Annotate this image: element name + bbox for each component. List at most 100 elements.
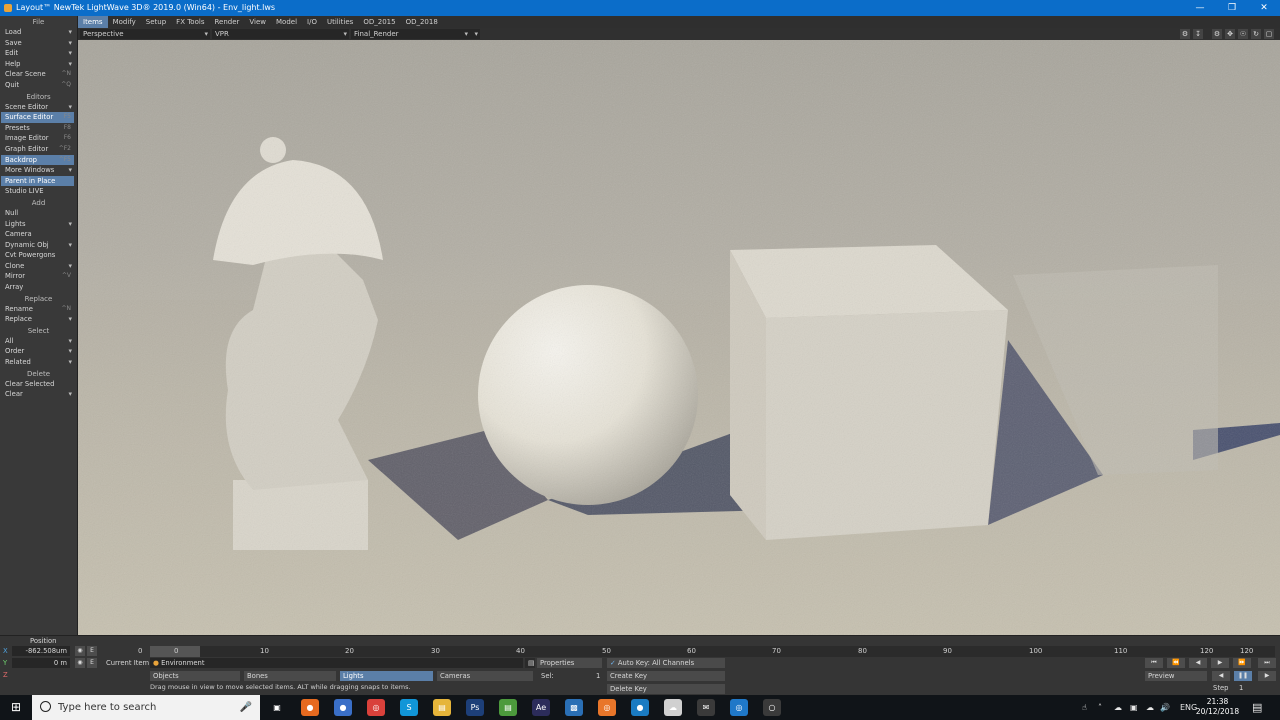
first-frame-icon[interactable]: ⏮ [1145, 658, 1163, 668]
photos-icon[interactable]: ▩ [565, 699, 583, 716]
sidebar-item-help[interactable]: Help ▾ [1, 59, 74, 70]
preview-dropdown[interactable]: Preview [1145, 671, 1207, 681]
last-frame-icon[interactable]: ⏭ [1258, 658, 1276, 668]
render-preset-dropdown[interactable]: Final_Render [351, 29, 470, 39]
next-frame-icon[interactable]: ▶ [1211, 658, 1229, 668]
sidebar-item-image-editor[interactable]: Image Editor F6 [1, 133, 74, 144]
view-settings-icon[interactable]: ⚙ [1212, 29, 1222, 39]
sidebar-item-lights[interactable]: Lights ▾ [1, 219, 74, 230]
move-view-icon[interactable]: ✥ [1225, 29, 1235, 39]
display-icon[interactable]: ▣ [1130, 695, 1138, 720]
visibility-x-icon[interactable]: ◉ [75, 646, 85, 656]
skype-icon[interactable]: S [400, 699, 418, 716]
sidebar-item-edit[interactable]: Edit ▾ [1, 48, 74, 59]
zoom-view-icon[interactable]: ☉ [1238, 29, 1248, 39]
save-render-icon[interactable]: ↧ [1193, 29, 1203, 39]
menu-tab-view[interactable]: View [244, 16, 271, 28]
menu-tab-utilities[interactable]: Utilities [322, 16, 358, 28]
prev-key-icon[interactable]: ⏪ [1167, 658, 1185, 668]
cloud-app-icon[interactable]: ☁ [664, 699, 682, 716]
settings-icon[interactable]: ⚙ [1180, 29, 1190, 39]
sidebar-item-scene-editor[interactable]: Scene Editor ▾ [1, 102, 74, 113]
render-mode-dropdown[interactable]: VPR [212, 29, 349, 39]
play-icon[interactable]: ▶ [1258, 671, 1276, 681]
people-icon[interactable]: ☝ [1082, 695, 1087, 720]
sidebar-item-dynamic-obj[interactable]: Dynamic Obj ▾ [1, 240, 74, 251]
microphone-icon[interactable]: 🎤 [240, 695, 252, 720]
delete-key-button[interactable]: Delete Key [607, 684, 725, 694]
cloud-icon[interactable]: ☁ [1146, 695, 1154, 720]
notifications-icon[interactable]: ▤ [1252, 695, 1262, 720]
photoshop-icon[interactable]: Ps [466, 699, 484, 716]
sidebar-item-mirror[interactable]: Mirror ^V [1, 271, 74, 282]
app-globe-icon[interactable]: ○ [763, 699, 781, 716]
mail-icon[interactable]: ✉ [697, 699, 715, 716]
sidebar-item-related[interactable]: Related ▾ [1, 357, 74, 368]
sidebar-item-camera[interactable]: Camera [1, 229, 74, 240]
bones-button[interactable]: Bones [244, 671, 336, 681]
sidebar-item-array[interactable]: Array [1, 282, 74, 293]
app-sphere-icon[interactable]: ● [334, 699, 352, 716]
sidebar-item-presets[interactable]: Presets F8 [1, 123, 74, 134]
firefox-icon[interactable]: ● [301, 699, 319, 716]
properties-button[interactable]: Properties [537, 658, 602, 668]
visibility-y-icon[interactable]: ◉ [75, 658, 85, 668]
sidebar-item-rename[interactable]: Rename ^N [1, 304, 74, 315]
windows-start-icon[interactable]: ⊞ [0, 695, 32, 720]
step-value[interactable]: 1 [1239, 683, 1243, 694]
minimize-button[interactable]: — [1184, 0, 1216, 16]
chrome-icon[interactable]: ◎ [367, 699, 385, 716]
menu-tab-render[interactable]: Render [209, 16, 244, 28]
sidebar-item-clone[interactable]: Clone ▾ [1, 261, 74, 272]
volume-icon[interactable]: 🔊 [1160, 695, 1170, 720]
create-key-button[interactable]: Create Key [607, 671, 725, 681]
taskbar-search[interactable]: Type here to search 🎤 [32, 695, 260, 720]
restore-button[interactable]: ❒ [1216, 0, 1248, 16]
maximize-view-icon[interactable]: ▢ [1264, 29, 1274, 39]
play-reverse-icon[interactable]: ◀ [1212, 671, 1230, 681]
menu-tab-fx-tools[interactable]: FX Tools [171, 16, 209, 28]
objects-button[interactable]: Objects [150, 671, 240, 681]
prev-frame-icon[interactable]: ◀ [1189, 658, 1207, 668]
network-icon[interactable]: ☁ [1114, 695, 1122, 720]
sidebar-item-studio-live[interactable]: Studio LIVE [1, 186, 74, 197]
auto-key-dropdown[interactable]: ✓ Auto Key: All Channels [607, 658, 725, 668]
sidebar-item-order[interactable]: Order ▾ [1, 346, 74, 357]
item-list-icon[interactable]: ▤ [525, 658, 535, 668]
envelope-x-button[interactable]: E [87, 646, 97, 656]
sidebar-item-backdrop[interactable]: Backdrop ^F5 [1, 154, 74, 166]
notepad-icon[interactable]: ▤ [499, 699, 517, 716]
rotate-view-icon[interactable]: ↻ [1251, 29, 1261, 39]
after-effects-icon[interactable]: Ae [532, 699, 550, 716]
view-mode-dropdown[interactable]: Perspective [80, 29, 210, 39]
menu-tab-od-2018[interactable]: OD_2018 [401, 16, 443, 28]
sidebar-item-null[interactable]: Null [1, 208, 74, 219]
lightwave-icon[interactable]: ◎ [730, 699, 748, 716]
tray-overflow-icon[interactable]: ˄ [1098, 695, 1102, 720]
render-viewport[interactable] [78, 40, 1280, 635]
lights-button[interactable]: Lights [340, 671, 433, 681]
position-x-field[interactable]: -862.508um [12, 646, 70, 656]
envelope-y-button[interactable]: E [87, 658, 97, 668]
sidebar-item-clear-selected[interactable]: Clear Selected [1, 379, 74, 390]
sidebar-item-quit[interactable]: Quit ^Q [1, 80, 74, 91]
menu-tab-model[interactable]: Model [271, 16, 302, 28]
sidebar-item-all[interactable]: All ▾ [1, 336, 74, 347]
close-button[interactable]: ✕ [1248, 0, 1280, 16]
sidebar-item-more-windows[interactable]: More Windows ▾ [1, 165, 74, 176]
sidebar-item-parent-in-place[interactable]: Parent in Place [1, 175, 74, 187]
clock[interactable]: 21:38 20/12/2018 [1195, 697, 1240, 717]
frame-ruler[interactable]: 0 0 10 20 30 40 50 60 70 80 90 100 110 120 120 [138, 646, 1275, 657]
blender-icon[interactable]: ◎ [598, 699, 616, 716]
menu-tab-od-2015[interactable]: OD_2015 [358, 16, 400, 28]
sidebar-item-clear-scene[interactable]: Clear Scene ^N [1, 69, 74, 80]
sidebar-item-clear[interactable]: Clear ▾ [1, 389, 74, 400]
app-blue-icon[interactable]: ● [631, 699, 649, 716]
menu-tab-setup[interactable]: Setup [141, 16, 171, 28]
preset-options-dropdown[interactable] [470, 29, 480, 39]
menu-tab-items[interactable]: Items [78, 16, 108, 28]
task-view-icon[interactable]: ▣ [268, 699, 286, 716]
sidebar-item-save[interactable]: Save ▾ [1, 38, 74, 49]
sidebar-item-surface-editor[interactable]: Surface Editor F5 [1, 112, 74, 123]
next-key-icon[interactable]: ⏩ [1233, 658, 1251, 668]
